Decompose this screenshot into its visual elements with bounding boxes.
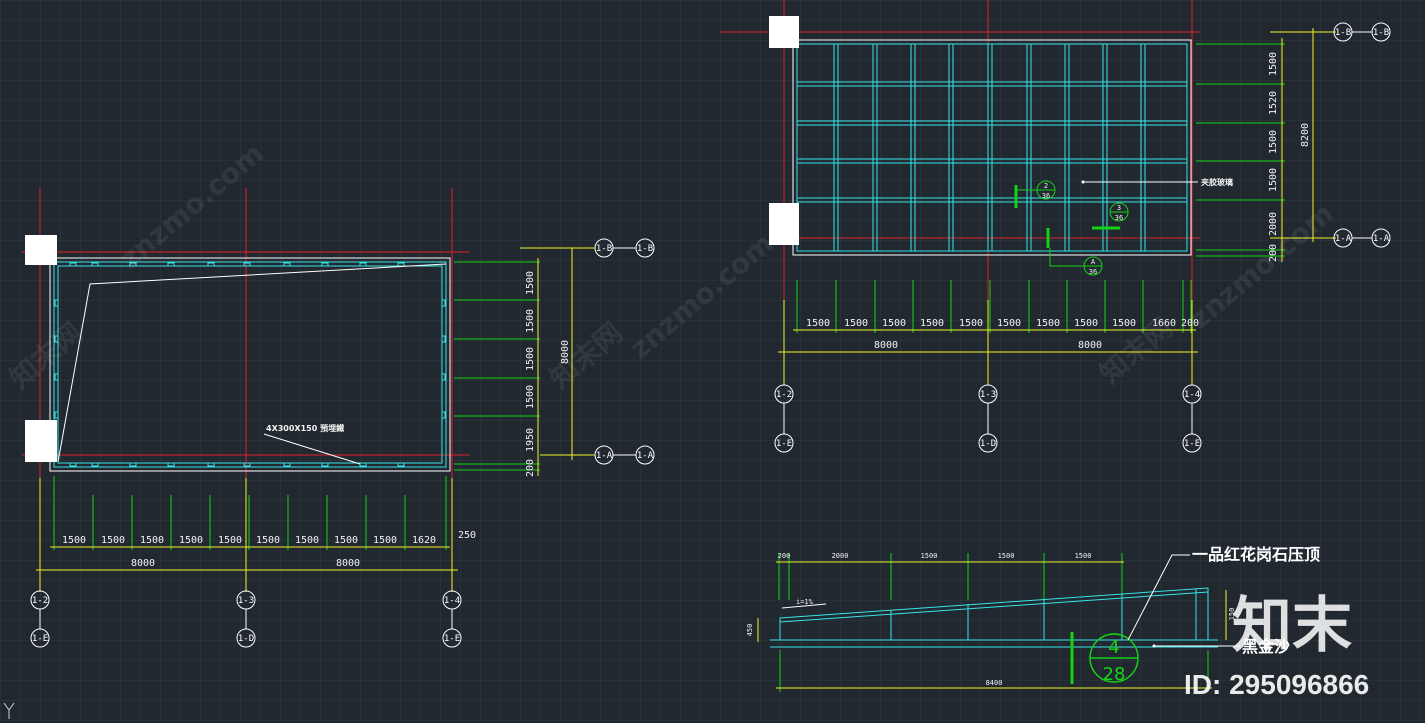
dim-text: 1500 — [373, 535, 397, 546]
dim-total: 8000 — [131, 558, 155, 569]
plan-left-note: 4X300X150 預埋鐵 — [266, 423, 344, 433]
svg-text:3: 3 — [1117, 204, 1121, 212]
dim-total: 8200 — [1300, 123, 1311, 147]
dim-text: 1500 — [1268, 130, 1279, 154]
dim-text: 1500 — [1268, 168, 1279, 192]
dim-text: 1500 — [806, 318, 830, 329]
dim-text: 1500 — [997, 318, 1021, 329]
watermark-brand: 知末 — [1232, 591, 1352, 661]
axis-label: 1-E — [444, 634, 460, 644]
dim-text: 1500 — [62, 535, 86, 546]
svg-text:36: 36 — [1042, 192, 1050, 200]
column-block — [769, 203, 799, 245]
dim-total: 8000 — [336, 558, 360, 569]
dim-text: 1500 — [998, 552, 1015, 560]
svg-text:36: 36 — [1115, 214, 1123, 222]
dim-text: 1500 — [101, 535, 125, 546]
axis-label: 1-D — [238, 634, 254, 644]
axis-label: 1-A — [637, 451, 654, 461]
dim-text: 1500 — [334, 535, 358, 546]
dim-text: 1500 — [1074, 318, 1098, 329]
axis-label: 1-4 — [1184, 390, 1200, 400]
dim-text: 1500 — [920, 318, 944, 329]
column-block — [25, 235, 57, 265]
axis-label: 1-E — [32, 634, 48, 644]
axis-label: 1-4 — [444, 596, 460, 606]
slope-label: i=1% — [796, 598, 814, 606]
dim-text: 1500 — [525, 385, 536, 409]
axis-label: 1-B — [1335, 28, 1351, 38]
plan-right-note: 夹胶玻璃 — [1201, 177, 1233, 187]
dim-text: 1500 — [959, 318, 983, 329]
dim-text: 200 — [525, 459, 536, 477]
dim-text: 1500 — [525, 271, 536, 295]
axis-label: 1-E — [1184, 439, 1200, 449]
axis-label: 1-B — [637, 244, 653, 254]
axis-label: 1-A — [596, 451, 613, 461]
dim-text: 1500 — [1036, 318, 1060, 329]
axis-label: 1-D — [980, 439, 996, 449]
axis-label: 1-B — [596, 244, 612, 254]
dim-text: 1500 — [1112, 318, 1136, 329]
dim-text: 1500 — [921, 552, 938, 560]
column-block — [769, 16, 799, 48]
axis-label: 1-3 — [238, 596, 254, 606]
section-label-top: 一品红花岗石压顶 — [1192, 545, 1320, 564]
axis-label: 1-A — [1335, 234, 1352, 244]
axis-label: 1-3 — [980, 390, 996, 400]
detail-number: 4 — [1108, 637, 1119, 658]
axis-label: 1-B — [1373, 28, 1389, 38]
dim-text: 250 — [458, 530, 476, 541]
detail-sheet: 28 — [1103, 664, 1126, 685]
dim-text: 1500 — [525, 347, 536, 371]
svg-text:2: 2 — [1044, 182, 1048, 190]
dim-text: 1500 — [1075, 552, 1092, 560]
dim-text: 1520 — [1268, 91, 1279, 115]
dim-text: 1500 — [882, 318, 906, 329]
dim-text: 1500 — [179, 535, 203, 546]
dim-text: 1500 — [1268, 52, 1279, 76]
dim-text: 1950 — [525, 428, 536, 452]
axis-label: 1-A — [1373, 234, 1390, 244]
dim-total: 8000 — [1078, 340, 1102, 351]
dim-text: 1500 — [256, 535, 280, 546]
svg-text:36: 36 — [1089, 268, 1097, 276]
watermark-id: ID: 295096866 — [1184, 669, 1369, 700]
dim-text: 1620 — [412, 535, 436, 546]
dim-text: 200 — [778, 552, 791, 560]
dim-text: 450 — [746, 624, 754, 637]
drawing-grid — [0, 0, 1425, 723]
dim-total: 8000 — [874, 340, 898, 351]
dim-text: 1500 — [140, 535, 164, 546]
axis-label: 1-2 — [32, 596, 48, 606]
axis-label: 1-2 — [776, 390, 792, 400]
axis-label: 1-E — [776, 439, 792, 449]
cad-drawing-canvas[interactable]: 4X300X150 預埋鐵 1500 1500 1500 1500 1950 2… — [0, 0, 1425, 723]
column-block — [25, 420, 57, 462]
dim-text: 2000 — [832, 552, 849, 560]
dim-text: 1500 — [525, 309, 536, 333]
dim-text: 1500 — [295, 535, 319, 546]
dim-total: 8400 — [986, 679, 1003, 687]
dim-text: 1500 — [218, 535, 242, 546]
dim-text: 1500 — [844, 318, 868, 329]
